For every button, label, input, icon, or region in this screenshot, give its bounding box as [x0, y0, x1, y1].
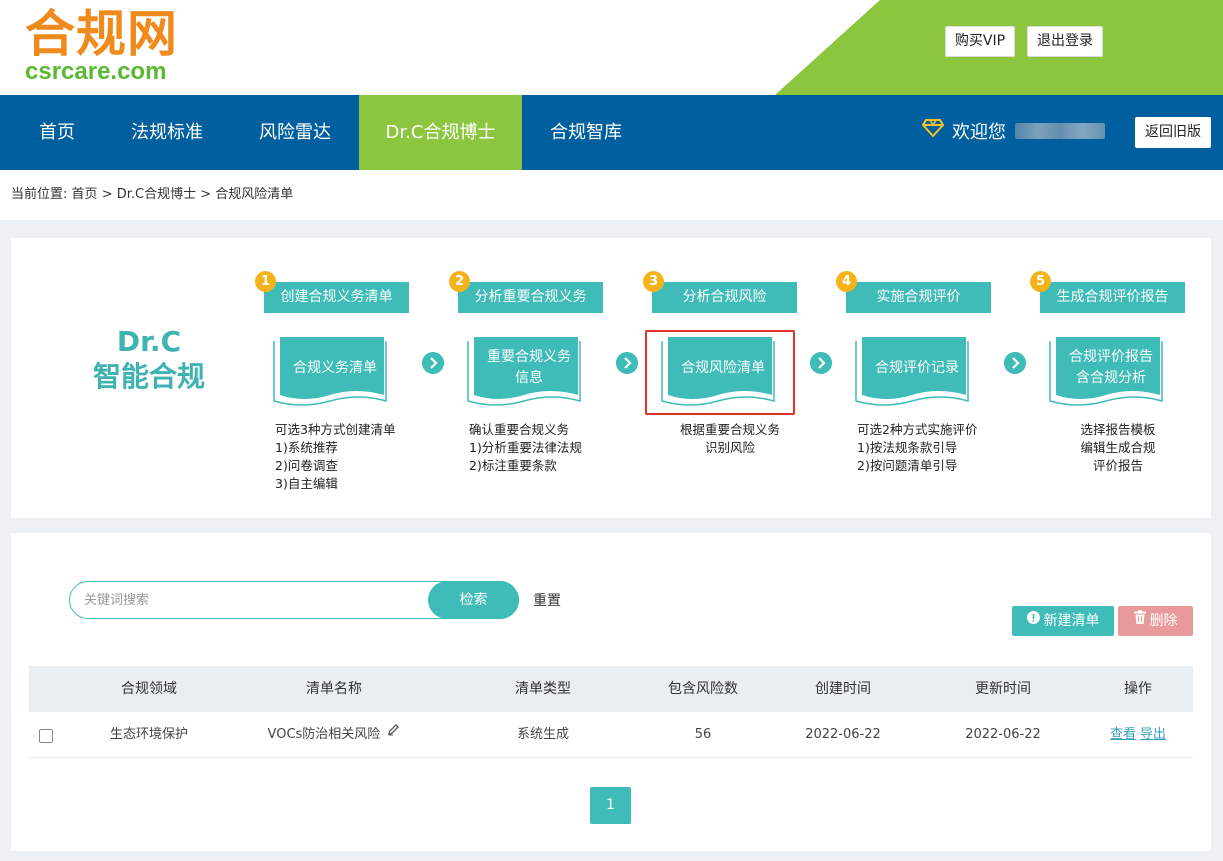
step-4-description: 可选2种方式实施评价 1)按法规条款引导 2)按问题清单引导	[857, 422, 978, 473]
step-2-doc-label: 重要合规义务 信息	[487, 349, 571, 386]
nav-item-drc[interactable]: Dr.C合规博士	[359, 95, 522, 170]
chevron-right-icon	[810, 352, 832, 374]
breadcrumb-sep: >	[200, 187, 212, 202]
pencil-edit-icon[interactable]	[387, 710, 400, 756]
step-5-description: 选择报告模板 编辑生成合规 评价报告	[1080, 422, 1156, 473]
column-header-domain: 合规领域	[121, 681, 177, 697]
breadcrumb-sep: >	[101, 187, 113, 202]
diamond-icon	[921, 94, 945, 169]
nav-item-home[interactable]: 首页	[22, 95, 92, 170]
view-link[interactable]: 查看	[1110, 727, 1136, 742]
logo-domain-text: csrcare.com	[25, 58, 167, 85]
new-list-label: 新建清单	[1043, 613, 1100, 629]
breadcrumb-home[interactable]: 首页	[72, 187, 98, 202]
step-2-description: 确认重要合规义务 1)分析重要法律法规 2)标注重要条款	[469, 422, 582, 473]
welcome-area: 欢迎您	[921, 94, 1006, 170]
trash-icon	[1133, 605, 1146, 635]
breadcrumb-current: 合规风险清单	[215, 187, 294, 202]
step-3-description: 根据重要合规义务 识别风险	[679, 422, 780, 455]
list-name-text[interactable]: VOCs防治相关风险	[268, 727, 381, 742]
nav-item-regulations[interactable]: 法规标准	[116, 95, 218, 170]
brand-line2: 智能合规	[92, 360, 205, 393]
cell-risk-count: 56	[694, 727, 712, 742]
chevron-right-icon	[616, 352, 638, 374]
column-header-updated: 更新时间	[975, 681, 1031, 697]
nav-item-think-tank[interactable]: 合规智库	[536, 95, 636, 170]
info-circle-icon	[1026, 605, 1040, 635]
step-4-doc-label: 合规评价记录	[875, 359, 959, 376]
delete-button[interactable]: 删除	[1118, 606, 1193, 636]
brand-line1: Dr.C	[116, 325, 182, 358]
column-header-name: 清单名称	[306, 681, 362, 697]
step-1-badge: 1	[255, 271, 276, 292]
cell-domain: 生态环境保护	[109, 727, 188, 742]
buy-vip-button[interactable]: 购买VIP	[945, 26, 1015, 57]
chevron-right-icon	[1004, 352, 1026, 374]
return-old-version-button[interactable]: 返回旧版	[1135, 117, 1211, 148]
delete-label: 删除	[1149, 613, 1178, 629]
step-4-badge: 4	[836, 271, 857, 292]
column-header-type: 清单类型	[515, 681, 571, 697]
search-bar: 检索	[69, 581, 519, 619]
step-4-header[interactable]: 实施合规评价	[846, 282, 991, 313]
cell-actions: 查看 导出	[1093, 712, 1183, 758]
step-1-doc-label: 合规义务清单	[293, 359, 377, 376]
step-5-header[interactable]: 生成合规评价报告	[1040, 282, 1185, 313]
column-header-actions: 操作	[1124, 681, 1152, 697]
pagination-page-1[interactable]: 1	[590, 787, 631, 824]
reset-button[interactable]: 重置	[533, 590, 561, 610]
logout-button[interactable]: 退出登录	[1027, 26, 1103, 57]
row-checkbox[interactable]	[39, 729, 53, 743]
breadcrumb-prefix: 当前位置:	[11, 187, 68, 202]
current-step-highlight	[645, 330, 795, 415]
step-1-description: 可选3种方式创建清单 1)系统推荐 2)问卷调查 3)自主编辑	[275, 422, 396, 491]
cell-created: 2022-06-22	[805, 727, 881, 742]
site-logo[interactable]: 合规网 csrcare.com	[25, 6, 178, 84]
step-5-badge: 5	[1030, 271, 1051, 292]
cell-name: VOCs防治相关风险	[244, 712, 424, 758]
step-3-badge: 3	[643, 271, 664, 292]
new-list-button[interactable]: 新建清单	[1012, 606, 1114, 636]
step-2-badge: 2	[449, 271, 470, 292]
chevron-right-icon	[422, 352, 444, 374]
cell-updated: 2022-06-22	[965, 727, 1041, 742]
step-5-doc-label: 合规评价报告 含合规分析	[1069, 349, 1153, 386]
search-input[interactable]	[84, 582, 424, 618]
nav-item-risk-radar[interactable]: 风险雷达	[244, 95, 346, 170]
username-redacted	[1015, 123, 1105, 139]
breadcrumb: 当前位置: 首页 > Dr.C合规博士 > 合规风险清单	[0, 170, 1223, 220]
table-row: 生态环境保护 VOCs防治相关风险 系统生成 56 2022-06-22 202…	[29, 712, 1193, 758]
column-header-created: 创建时间	[815, 681, 871, 697]
main-nav: 首页 法规标准 风险雷达 Dr.C合规博士 合规智库 欢迎您	[0, 95, 1223, 170]
step-2-header[interactable]: 分析重要合规义务	[458, 282, 603, 313]
step-1-header[interactable]: 创建合规义务清单	[264, 282, 409, 313]
breadcrumb-drc[interactable]: Dr.C合规博士	[117, 187, 196, 202]
welcome-text: 欢迎您	[952, 122, 1006, 143]
export-link[interactable]: 导出	[1140, 727, 1166, 742]
step-3-header[interactable]: 分析合规风险	[652, 282, 797, 313]
site-header: 合规网 csrcare.com 购买VIP 退出登录	[0, 0, 1223, 95]
search-button[interactable]: 检索	[428, 581, 519, 619]
drc-brand: Dr.C 智能合规	[88, 325, 210, 395]
table-header: 合规领域 清单名称 清单类型 包含风险数 创建时间 更新时间 操作	[29, 666, 1193, 712]
logo-chinese-text: 合规网	[25, 5, 178, 63]
column-header-risk-count: 包含风险数	[668, 681, 738, 697]
cell-type: 系统生成	[516, 727, 569, 742]
